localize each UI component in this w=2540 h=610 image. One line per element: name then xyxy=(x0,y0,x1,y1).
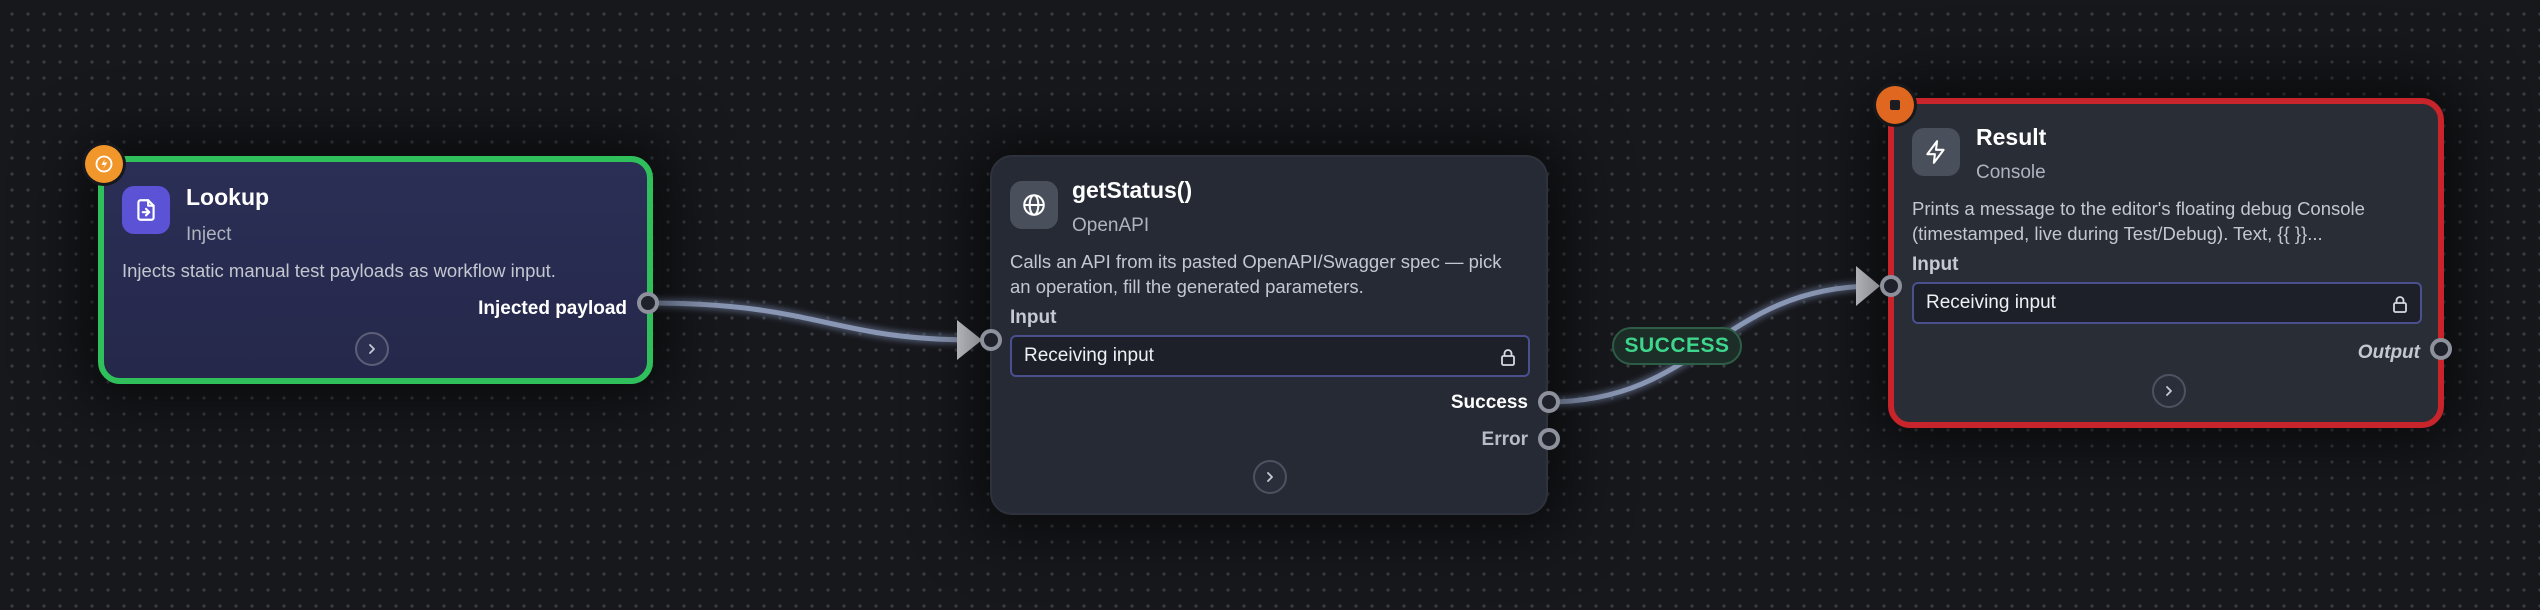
output-label-error: Error xyxy=(1481,429,1528,450)
stop-badge-icon xyxy=(1876,86,1914,124)
expand-button[interactable] xyxy=(1253,460,1287,494)
output-port-injected-payload[interactable] xyxy=(637,292,659,314)
arrow-head-icon xyxy=(1856,266,1880,306)
output-port-error[interactable] xyxy=(1538,428,1560,450)
arrow-head-icon xyxy=(957,320,982,360)
input-port[interactable] xyxy=(980,329,1002,351)
node-type: Console xyxy=(1976,162,2046,183)
lock-icon xyxy=(1501,349,1515,366)
node-description: Injects static manual test payloads as w… xyxy=(122,260,556,281)
node-result[interactable]: Result Console Prints a message to the e… xyxy=(1888,98,2444,428)
input-section-label: Input xyxy=(1010,307,1057,328)
node-title: getStatus() xyxy=(1072,177,1193,203)
lightning-icon xyxy=(1912,128,1960,176)
lightning-badge-icon xyxy=(85,145,123,183)
input-field[interactable]: Receiving input xyxy=(1010,335,1530,377)
input-field[interactable]: Receiving input xyxy=(1912,282,2422,324)
expand-button[interactable] xyxy=(355,332,389,366)
file-import-icon xyxy=(122,186,170,234)
chevron-right-icon xyxy=(1267,472,1273,482)
input-port[interactable] xyxy=(1880,275,1902,297)
output-label-output: Output xyxy=(2357,342,2420,363)
globe-icon xyxy=(1010,181,1058,229)
output-port-success[interactable] xyxy=(1538,391,1560,413)
chevron-right-icon xyxy=(369,344,375,354)
input-section-label: Input xyxy=(1912,254,1959,275)
node-type: OpenAPI xyxy=(1072,215,1150,236)
lock-icon xyxy=(2393,296,2407,313)
expand-button[interactable] xyxy=(2152,374,2186,408)
edge-inject-to-openapi[interactable] xyxy=(647,298,982,360)
node-getstatus[interactable]: getStatus() OpenAPI Calls an API from it… xyxy=(990,155,1548,515)
workflow-canvas[interactable]: SUCCESS Lookup Inject Injects static man… xyxy=(0,0,2540,610)
input-value: Receiving input xyxy=(1926,292,2056,313)
output-label-success: Success xyxy=(1450,392,1528,413)
edge-label-success: SUCCESS xyxy=(1612,327,1742,365)
output-port-output[interactable] xyxy=(2430,338,2452,360)
node-title: Lookup xyxy=(186,184,270,210)
node-description: Prints a message to the editor's floatin… xyxy=(1912,198,2365,244)
node-type: Inject xyxy=(186,224,232,245)
output-label-injected-payload: Injected payload xyxy=(478,298,627,319)
node-lookup[interactable]: Lookup Inject Injects static manual test… xyxy=(98,156,653,384)
node-title: Result xyxy=(1976,124,2047,150)
chevron-right-icon xyxy=(2166,386,2172,396)
input-value: Receiving input xyxy=(1024,345,1154,366)
node-description: Calls an API from its pasted OpenAPI/Swa… xyxy=(1010,251,1502,297)
